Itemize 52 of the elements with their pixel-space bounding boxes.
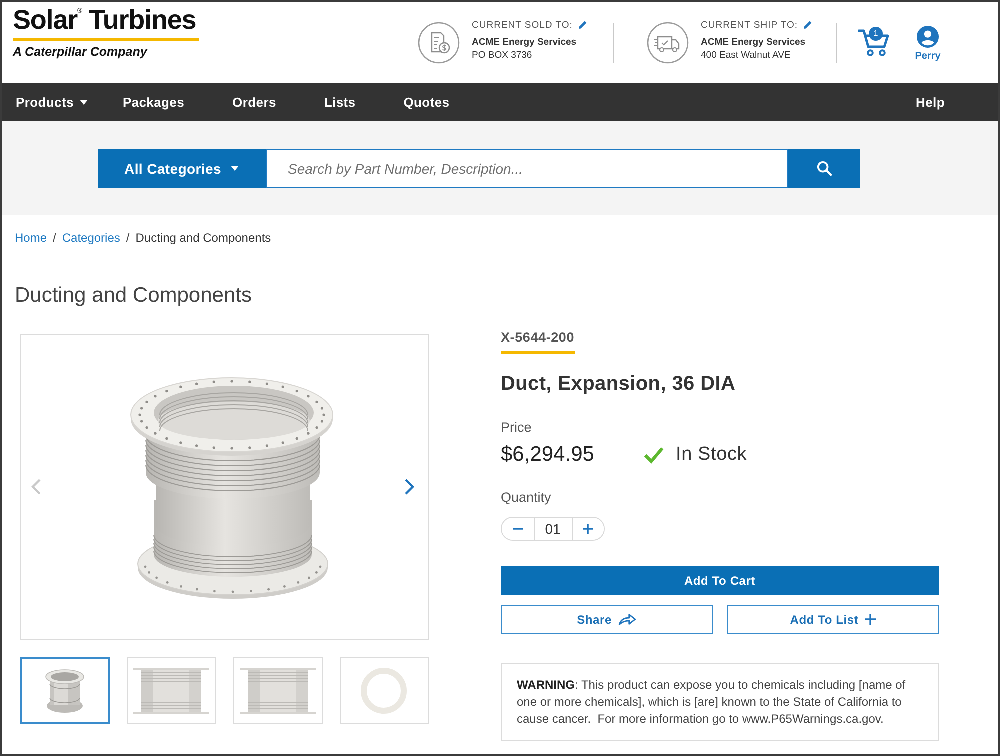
share-button[interactable]: Share — [501, 605, 713, 634]
share-icon — [618, 613, 637, 626]
nav-item[interactable]: Products — [16, 94, 88, 110]
address-line: 400 East Walnut AVE — [701, 48, 792, 62]
address-name: ACME Energy Services — [472, 36, 578, 48]
warning-notice: WARNING: This product can expose you to chemicals including [name of one or more chemicals], which is [are] known to the State of California to cause cancer. For more information go to www.P65Warnings.ca.gov. — [501, 663, 939, 741]
price: $6,294.95 — [501, 442, 596, 468]
breadcrumb-separator: / — [53, 230, 56, 246]
ring-outline — [360, 666, 408, 714]
product-title: Duct, Expansion, 36 DIA — [501, 372, 736, 396]
duct-illustration — [44, 668, 85, 714]
document-icon — [418, 22, 460, 64]
breadcrumb-current: Ducting and Components — [136, 230, 272, 246]
nav-item[interactable]: Orders — [232, 94, 276, 110]
caret-icon — [80, 100, 88, 104]
stock-status: In Stock — [676, 443, 748, 467]
nav-item[interactable]: Quotes — [404, 94, 450, 110]
nav-item[interactable]: Lists — [324, 94, 356, 110]
logo-tagline: A Caterpillar Company — [13, 45, 149, 60]
cart-icon[interactable] — [858, 28, 890, 57]
address-label: CURRENT SOLD TO: — [472, 18, 573, 32]
search-button[interactable] — [788, 149, 860, 188]
address-name: ACME Energy Services — [701, 36, 807, 48]
quantity-label: Quantity — [501, 490, 552, 506]
search-icon — [816, 161, 832, 176]
part-number: X-5644-200 — [501, 330, 575, 354]
price-label: Price — [501, 420, 532, 436]
category-dropdown[interactable]: All Categories — [98, 149, 266, 188]
address-label: CURRENT SHIP TO: — [701, 18, 798, 32]
edit-icon[interactable] — [803, 20, 814, 30]
plus-icon — [583, 524, 594, 534]
nav-item[interactable]: Help — [916, 94, 945, 110]
page-title: Ducting and Components — [15, 283, 253, 309]
add-to-list-button[interactable]: Add To List — [727, 605, 939, 634]
breadcrumb-separator: / — [126, 230, 130, 246]
chevron-right-icon[interactable] — [402, 479, 416, 495]
truck-icon — [647, 22, 689, 64]
user-name[interactable]: Perry — [915, 51, 941, 63]
quantity-stepper[interactable]: 01 — [501, 517, 605, 541]
user-icon[interactable] — [917, 26, 939, 48]
breadcrumb-link[interactable]: Categories — [62, 230, 120, 246]
thumbnail[interactable] — [20, 657, 110, 724]
plus-icon — [864, 614, 876, 625]
edit-icon[interactable] — [578, 20, 588, 30]
address-line: PO BOX 3736 — [472, 48, 534, 62]
cart-badge: 1 — [869, 27, 883, 41]
logo-wordmark[interactable]: Solar$^{®}$ Turbines — [13, 6, 199, 41]
nav-item[interactable]: Packages — [122, 94, 185, 110]
breadcrumb-link[interactable]: Home — [15, 230, 48, 246]
caret-icon — [231, 166, 240, 171]
search-field[interactable]: Search by Part Number, Description... — [266, 149, 788, 188]
add-to-cart-button[interactable]: Add To Cart — [501, 566, 939, 595]
